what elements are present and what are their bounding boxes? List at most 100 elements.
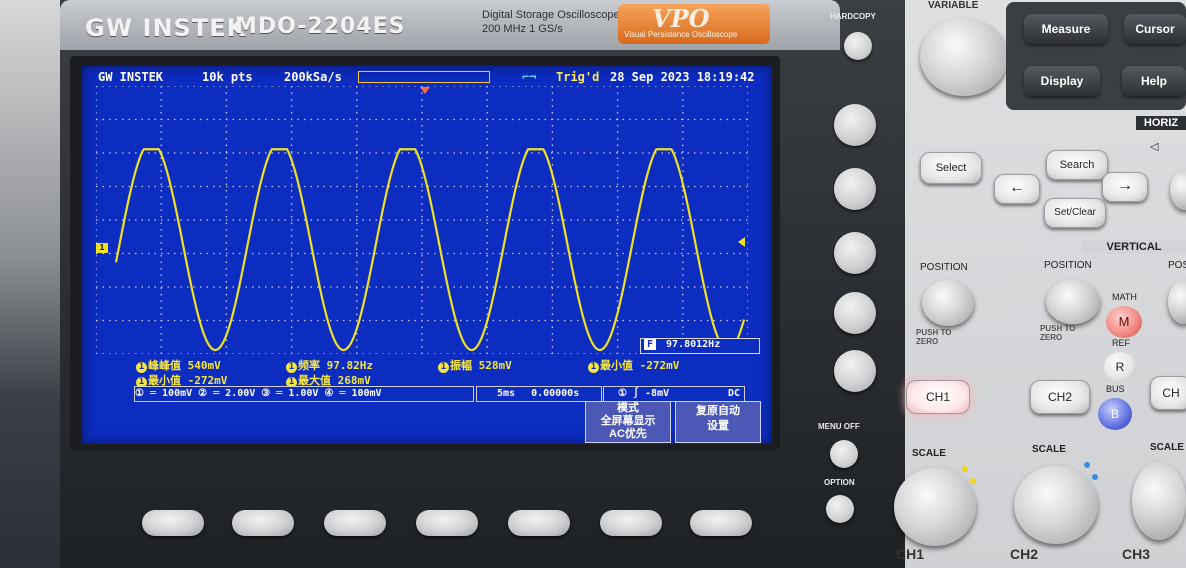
- product-description: Digital Storage Oscilloscope 200 MHz 1 G…: [482, 8, 620, 36]
- trigger-status: Trig'd: [556, 70, 600, 84]
- measure-button[interactable]: Measure: [1024, 14, 1108, 44]
- ch2-position-knob[interactable]: [1046, 280, 1100, 324]
- search-button[interactable]: Search: [1046, 150, 1108, 180]
- cursor-button[interactable]: Cursor: [1124, 14, 1186, 44]
- horizontal-section-label: HORIZ: [1136, 116, 1186, 130]
- softkey-reset-line2: 设置: [707, 420, 729, 432]
- bottom-menu-button-4[interactable]: [416, 510, 478, 536]
- bus-button[interactable]: B: [1098, 398, 1132, 430]
- side-menu-button-3[interactable]: [834, 232, 876, 274]
- memory-position-indicator: [358, 71, 490, 83]
- hardcopy-label: HARDCOPY: [830, 12, 876, 21]
- softkey-reset-line1: 复原自动: [696, 405, 740, 417]
- help-button[interactable]: Help: [1122, 66, 1186, 96]
- vpo-badge-text: VPO: [652, 4, 710, 33]
- ch3-scale-knob[interactable]: [1132, 462, 1186, 540]
- ch1-color-dot-icon: [962, 466, 968, 472]
- ch2-scale-knob[interactable]: [1014, 466, 1098, 544]
- status-bar: GW INSTEK 10k pts 200kSa/s ⌐¬ Trig'd 28 …: [90, 68, 762, 86]
- math-label: MATH: [1112, 292, 1137, 302]
- bottom-menu-button-6[interactable]: [600, 510, 662, 536]
- softkey-mode-line3: AC优先: [609, 428, 647, 440]
- ch1-position-label: POSITION: [920, 262, 968, 273]
- variable-label: VARIABLE: [928, 0, 979, 11]
- ch1-ground-marker: 1: [96, 243, 108, 253]
- bottom-menu-button-3[interactable]: [324, 510, 386, 536]
- display-button[interactable]: Display: [1024, 66, 1100, 96]
- trigger-edge-icon: ⌐¬: [522, 70, 537, 84]
- side-menu-button-5[interactable]: [834, 350, 876, 392]
- horizontal-position: 0.00000s: [531, 388, 580, 399]
- select-button[interactable]: Select: [920, 152, 982, 184]
- waveform-graticule: [96, 86, 748, 354]
- play-left-icon: ◁: [1150, 141, 1159, 153]
- ch1-scale-knob[interactable]: [894, 468, 976, 546]
- trigger-level-marker-icon: [738, 237, 745, 247]
- option-button[interactable]: [826, 495, 854, 523]
- ch3-position-label: POS: [1168, 260, 1186, 271]
- channel-scale-bar: ① ═ 100mV ② ═ 2.00V ③ ═ 1.00V ④ ═ 100mV: [134, 386, 474, 402]
- softkey-menu-mode[interactable]: 模式 全屏幕显示 AC优先: [585, 401, 671, 443]
- ch2-button[interactable]: CH2: [1030, 380, 1090, 414]
- trigger-info: ① ∫ -8mV: [618, 388, 670, 399]
- side-menu-button-2[interactable]: [834, 168, 876, 210]
- brand-logo: GW INSTEK: [85, 14, 247, 42]
- trigger-coupling: DC: [727, 388, 740, 399]
- variable-knob[interactable]: [920, 18, 1008, 96]
- timebase-box: 5ms 0.00000s: [476, 386, 602, 402]
- search-previous-button[interactable]: ←: [994, 174, 1040, 204]
- ch1-button[interactable]: CH1: [906, 380, 970, 414]
- trigger-info-box: ① ∫ -8mV DC: [603, 386, 745, 402]
- frequency-counter-value: 97.8012Hz: [666, 339, 721, 350]
- ch1-color-dot-icon: [970, 478, 976, 484]
- product-description-line1: Digital Storage Oscilloscope: [482, 9, 620, 21]
- softkey-mode-line2: 全屏幕显示: [600, 415, 656, 427]
- vpo-badge-subtitle: Visual Persistence Oscilloscope: [624, 30, 738, 39]
- ch2-scale-label: SCALE: [1032, 444, 1066, 455]
- record-length: 10k pts: [202, 70, 253, 84]
- softkey-menu-reset-autoset[interactable]: 复原自动 设置: [675, 401, 761, 443]
- set-clear-button[interactable]: Set/Clear: [1044, 198, 1106, 228]
- hardcopy-button[interactable]: [844, 32, 872, 60]
- date-time: 28 Sep 2023 18:19:42: [610, 70, 755, 84]
- measurement-amplitude: 1 振幅 528mV: [438, 357, 512, 373]
- bus-label: BUS: [1106, 384, 1125, 394]
- ch1-scale-label: SCALE: [912, 448, 946, 459]
- measurement-minimum-top: 1 最小值 -272mV: [588, 357, 679, 373]
- ch3-scale-label: SCALE: [1150, 442, 1184, 453]
- math-button[interactable]: M: [1106, 306, 1142, 338]
- side-menu-button-1[interactable]: [834, 104, 876, 146]
- ch1-push-to-zero-label: PUSH TO ZERO: [916, 328, 952, 346]
- ch2-color-dot-icon: [1084, 462, 1090, 468]
- bottom-menu-button-1[interactable]: [142, 510, 204, 536]
- measurement-frequency: 1 频率 97.82Hz: [286, 357, 373, 373]
- frequency-counter: F 97.8012Hz: [640, 338, 760, 354]
- bottom-menu-button-2[interactable]: [232, 510, 294, 536]
- vertical-section-label: VERTICAL: [1082, 240, 1186, 254]
- graticule-grid: [96, 86, 748, 354]
- ch3-button[interactable]: CH: [1150, 376, 1186, 410]
- sample-rate: 200kSa/s: [284, 70, 342, 84]
- ch2-position-label: POSITION: [1044, 260, 1092, 271]
- product-description-line2: 200 MHz 1 GS/s: [482, 23, 563, 35]
- ch1-position-knob[interactable]: [922, 280, 974, 326]
- ch2-color-dot-icon: [1092, 474, 1098, 480]
- ref-label: REF: [1112, 338, 1130, 348]
- menu-off-button[interactable]: [830, 440, 858, 468]
- menu-off-label: MENU OFF: [818, 422, 860, 431]
- timebase-value: 5ms: [497, 388, 516, 399]
- frequency-counter-badge: F: [644, 339, 657, 350]
- ch1-input-label: CH1: [896, 546, 925, 562]
- option-label: OPTION: [824, 478, 855, 487]
- search-next-button[interactable]: →: [1102, 172, 1148, 202]
- ch2-input-label: CH2: [1010, 546, 1039, 562]
- side-menu-button-4[interactable]: [834, 292, 876, 334]
- bottom-menu-button-5[interactable]: [508, 510, 570, 536]
- softkey-mode-line1: 模式: [617, 402, 639, 414]
- ref-button[interactable]: R: [1104, 352, 1136, 382]
- ch3-input-label: CH3: [1122, 546, 1151, 562]
- model-name: MDO-2204ES: [235, 14, 406, 39]
- screen-brand: GW INSTEK: [98, 70, 164, 84]
- ch2-push-to-zero-label: PUSH TO ZERO: [1040, 324, 1076, 342]
- bottom-menu-button-7[interactable]: [690, 510, 752, 536]
